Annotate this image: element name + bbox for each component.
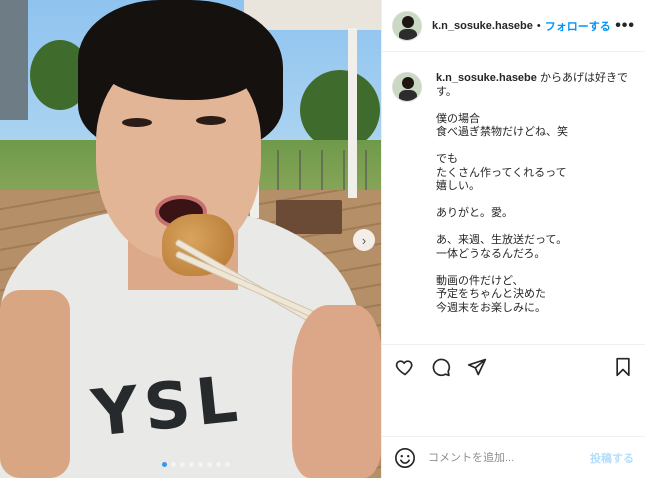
hand: [292, 305, 381, 478]
post-sidebar: k.n_sosuke.hasebe • フォローする ••• k.n_sosuk…: [381, 0, 645, 478]
next-photo-button[interactable]: ›: [353, 229, 375, 251]
post-comment-button[interactable]: 投稿する: [590, 450, 634, 466]
bookmark-icon[interactable]: [612, 356, 634, 378]
header-username[interactable]: k.n_sosuke.hasebe: [432, 20, 533, 32]
caption-line: す。: [436, 85, 457, 98]
action-bar: [382, 344, 645, 388]
background-building: [0, 0, 28, 120]
caption-line: たくさん作ってくれるって: [436, 166, 567, 179]
post-header: k.n_sosuke.hasebe • フォローする •••: [382, 0, 645, 52]
carousel-dot: [171, 462, 176, 467]
separator-dot: •: [536, 19, 541, 32]
caption-line: 食べ過ぎ禁物だけどね、笑: [436, 126, 568, 138]
caption-first-line: からあげは好きで: [536, 72, 628, 84]
caption-avatar[interactable]: [392, 72, 422, 102]
caption-line: 僕の場合: [436, 112, 480, 125]
comment-input[interactable]: [428, 451, 590, 464]
eye: [196, 116, 226, 125]
carousel-dot: [207, 462, 212, 467]
pergola-roof: [244, 0, 381, 30]
pergola-post: [348, 28, 357, 198]
more-options-icon[interactable]: •••: [615, 17, 635, 35]
left-arm: [0, 290, 70, 478]
eye: [122, 118, 152, 127]
caption-line: 予定をちゃんと決めた: [436, 288, 546, 300]
avatar[interactable]: [392, 10, 422, 41]
smiley-icon[interactable]: [394, 447, 416, 469]
caption-line: ありがと。愛。: [436, 207, 513, 219]
caption-line: あ、来週、生放送だって。: [436, 234, 568, 246]
caption-text: k.n_sosuke.hasebe からあげは好きで す。僕の場合 食べ過ぎ禁物だ…: [436, 72, 636, 344]
carousel-dot: [180, 462, 185, 467]
background-tree: [300, 70, 380, 150]
caption-line: [436, 221, 636, 235]
carousel-dot: [162, 462, 167, 467]
carousel-dot: [189, 462, 194, 467]
caption-line: [436, 140, 636, 154]
heart-icon[interactable]: [394, 356, 416, 378]
comment-bar: 投稿する: [382, 436, 645, 478]
carousel-indicator: [162, 462, 230, 467]
paper-plane-icon[interactable]: [466, 356, 488, 378]
carousel-dot: [198, 462, 203, 467]
caption-line: 今週末をお楽しみに。: [436, 301, 546, 314]
caption-line: [436, 261, 636, 275]
shirt-print: YSL: [88, 362, 247, 452]
carousel-dot: [225, 462, 230, 467]
caption-line: でも: [436, 153, 458, 165]
caption-line: 動画の件だけど、: [436, 274, 524, 287]
caption-line: [436, 99, 636, 113]
caption-line: [436, 194, 636, 208]
fence: [255, 150, 381, 190]
caption-line: 嬉しい。: [436, 180, 480, 192]
post-photo[interactable]: YSL ›: [0, 0, 381, 478]
follow-button[interactable]: フォローする: [545, 18, 611, 34]
speech-bubble-icon[interactable]: [430, 356, 452, 378]
carousel-dot: [216, 462, 221, 467]
caption: k.n_sosuke.hasebe からあげは好きで す。僕の場合 食べ過ぎ禁物だ…: [392, 72, 638, 344]
caption-username[interactable]: k.n_sosuke.hasebe: [436, 72, 537, 84]
caption-line: 一体どうなるんだろ。: [436, 247, 546, 260]
